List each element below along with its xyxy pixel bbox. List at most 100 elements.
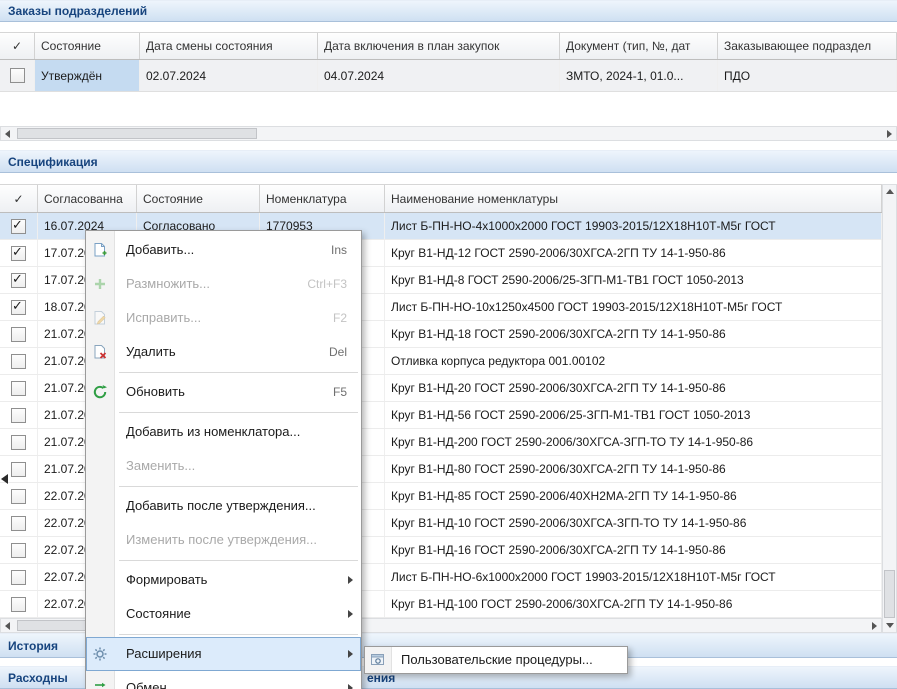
menu-item-edit[interactable]: Исправить... F2: [86, 301, 361, 335]
row-checkbox[interactable]: [11, 300, 26, 315]
menu-item-exchange[interactable]: Обмен: [86, 671, 361, 689]
add-document-icon: [92, 242, 108, 258]
spec-cell-name[interactable]: Круг В1-НД-100 ГОСТ 2590-2006/30ХГСА-2ГП…: [385, 591, 882, 617]
orders-col-state-date[interactable]: Дата смены состояния: [140, 33, 318, 59]
spec-row-checkbox-cell: [0, 375, 38, 401]
spec-cell-name[interactable]: Круг В1-НД-8 ГОСТ 2590-2006/25-ЗГП-М1-ТВ…: [385, 267, 882, 293]
spec-col-state[interactable]: Состояние: [137, 185, 260, 212]
orders-col-document[interactable]: Документ (тип, №, дат: [560, 33, 718, 59]
spec-cell-name[interactable]: Круг В1-НД-200 ГОСТ 2590-2006/30ХГСА-ЗГП…: [385, 429, 882, 455]
spec-cell-name[interactable]: Круг В1-НД-56 ГОСТ 2590-2006/25-ЗГП-М1-Т…: [385, 402, 882, 428]
menu-item-label: Обновить: [126, 384, 185, 399]
row-checkbox[interactable]: [11, 273, 26, 288]
row-checkbox[interactable]: [11, 327, 26, 342]
orders-col-state[interactable]: Состояние: [35, 33, 140, 59]
spec-cell-name[interactable]: Круг В1-НД-10 ГОСТ 2590-2006/30ХГСА-ЗГП-…: [385, 510, 882, 536]
orders-table-header: ✓ Состояние Дата смены состояния Дата вк…: [0, 32, 897, 60]
menu-item-user-procedures[interactable]: Пользовательские процедуры...: [365, 647, 627, 673]
menu-item-label: Пользовательские процедуры...: [401, 652, 593, 667]
user-procedures-icon: [370, 652, 386, 668]
orders-cell-state-date[interactable]: 02.07.2024: [140, 60, 318, 91]
spec-cell-name[interactable]: Круг В1-НД-80 ГОСТ 2590-2006/30ХГСА-2ГП …: [385, 456, 882, 482]
menu-item-label: Обмен: [126, 680, 167, 689]
scroll-left-icon[interactable]: [1, 619, 14, 632]
scroll-up-icon[interactable]: [883, 185, 896, 198]
spec-col-agreed-date[interactable]: Согласованна: [38, 185, 137, 212]
row-checkbox[interactable]: [11, 543, 26, 558]
row-checkbox[interactable]: [11, 435, 26, 450]
menu-item-label: Заменить...: [126, 458, 195, 473]
menu-separator: [119, 372, 358, 373]
spec-cell-name[interactable]: Лист Б-ПН-НО-4х1000х2000 ГОСТ 19903-2015…: [385, 213, 882, 239]
menu-item-add-after-approval[interactable]: Добавить после утверждения...: [86, 489, 361, 523]
history-panel-title: История: [8, 639, 58, 653]
spec-row-checkbox-cell: [0, 294, 38, 320]
spec-cell-name[interactable]: Отливка корпуса редуктора 001.00102: [385, 348, 882, 374]
spec-panel-header: Спецификация: [0, 150, 897, 173]
row-checkbox[interactable]: [11, 219, 26, 234]
scrollbar-thumb[interactable]: [17, 128, 257, 139]
spec-col-nomenclature[interactable]: Номенклатура: [260, 185, 385, 212]
scroll-left-icon[interactable]: [1, 127, 14, 140]
spec-cell-name[interactable]: Круг В1-НД-85 ГОСТ 2590-2006/40ХН2МА-2ГП…: [385, 483, 882, 509]
spec-row-checkbox-cell: [0, 429, 38, 455]
spec-vscrollbar[interactable]: [882, 184, 897, 633]
menu-item-label: Изменить после утверждения...: [126, 532, 317, 547]
row-checkbox[interactable]: [11, 381, 26, 396]
menu-item-label: Добавить после утверждения...: [126, 498, 316, 513]
scroll-down-icon[interactable]: [883, 619, 896, 632]
row-checkbox[interactable]: [11, 489, 26, 504]
orders-panel-header: Заказы подразделений: [0, 0, 897, 22]
orders-row[interactable]: Утверждён 02.07.2024 04.07.2024 ЗМТО, 20…: [0, 60, 897, 92]
row-checkbox[interactable]: [11, 354, 26, 369]
menu-item-refresh[interactable]: Обновить F5: [86, 375, 361, 409]
orders-cell-state[interactable]: Утверждён: [35, 60, 140, 91]
scrollbar-thumb[interactable]: [884, 570, 895, 618]
menu-item-edit-after-approval[interactable]: Изменить после утверждения...: [86, 523, 361, 557]
spec-check-all-header[interactable]: ✓: [0, 185, 38, 212]
orders-cell-document[interactable]: ЗМТО, 2024-1, 01.0...: [560, 60, 718, 91]
row-checkbox[interactable]: [11, 408, 26, 423]
spec-cell-name[interactable]: Круг В1-НД-16 ГОСТ 2590-2006/30ХГСА-2ГП …: [385, 537, 882, 563]
row-checkbox[interactable]: [11, 516, 26, 531]
menu-item-label: Состояние: [126, 606, 191, 621]
row-checkbox[interactable]: [11, 570, 26, 585]
row-checkbox[interactable]: [11, 462, 26, 477]
scroll-right-icon[interactable]: [868, 619, 881, 632]
exchange-icon: [92, 680, 108, 689]
menu-item-add[interactable]: Добавить... Ins: [86, 233, 361, 267]
orders-check-all-header[interactable]: ✓: [0, 33, 35, 59]
menu-item-extensions[interactable]: Расширения: [86, 637, 361, 671]
menu-item-duplicate[interactable]: Размножить... Ctrl+F3: [86, 267, 361, 301]
spec-row-checkbox-cell: [0, 348, 38, 374]
spec-row-checkbox-cell: [0, 483, 38, 509]
row-checkbox[interactable]: [11, 246, 26, 261]
menu-item-label: Удалить: [126, 344, 176, 359]
scroll-right-icon[interactable]: [883, 127, 896, 140]
menu-item-label: Размножить...: [126, 276, 210, 291]
spec-cell-name[interactable]: Лист Б-ПН-НО-6х1000х2000 ГОСТ 19903-2015…: [385, 564, 882, 590]
orders-cell-plan-date[interactable]: 04.07.2024: [318, 60, 560, 91]
orders-col-plan-date[interactable]: Дата включения в план закупок: [318, 33, 560, 59]
menu-item-form[interactable]: Формировать: [86, 563, 361, 597]
menu-item-state[interactable]: Состояние: [86, 597, 361, 631]
spec-cell-name[interactable]: Лист Б-ПН-НО-10х1250х4500 ГОСТ 19903-201…: [385, 294, 882, 320]
row-checkbox[interactable]: [10, 68, 25, 83]
spec-col-name[interactable]: Наименование номенклатуры: [385, 185, 882, 212]
orders-panel-title: Заказы подразделений: [8, 4, 147, 18]
menu-separator: [119, 560, 358, 561]
splitter-collapse-icon[interactable]: [1, 474, 8, 484]
row-checkbox[interactable]: [11, 597, 26, 612]
menu-item-replace[interactable]: Заменить...: [86, 449, 361, 483]
spec-cell-name[interactable]: Круг В1-НД-20 ГОСТ 2590-2006/30ХГСА-2ГП …: [385, 375, 882, 401]
orders-col-department[interactable]: Заказывающее подраздел: [718, 33, 897, 59]
spec-row-checkbox-cell: [0, 267, 38, 293]
spec-cell-name[interactable]: Круг В1-НД-12 ГОСТ 2590-2006/30ХГСА-2ГП …: [385, 240, 882, 266]
menu-item-add-from-nomenclator[interactable]: Добавить из номенклатора...: [86, 415, 361, 449]
menu-item-delete[interactable]: Удалить Del: [86, 335, 361, 369]
orders-hscrollbar[interactable]: [0, 126, 897, 141]
spec-cell-name[interactable]: Круг В1-НД-18 ГОСТ 2590-2006/30ХГСА-2ГП …: [385, 321, 882, 347]
orders-cell-department[interactable]: ПДО: [718, 60, 897, 91]
menu-item-shortcut: Ins: [331, 233, 347, 267]
menu-item-label: Исправить...: [126, 310, 201, 325]
